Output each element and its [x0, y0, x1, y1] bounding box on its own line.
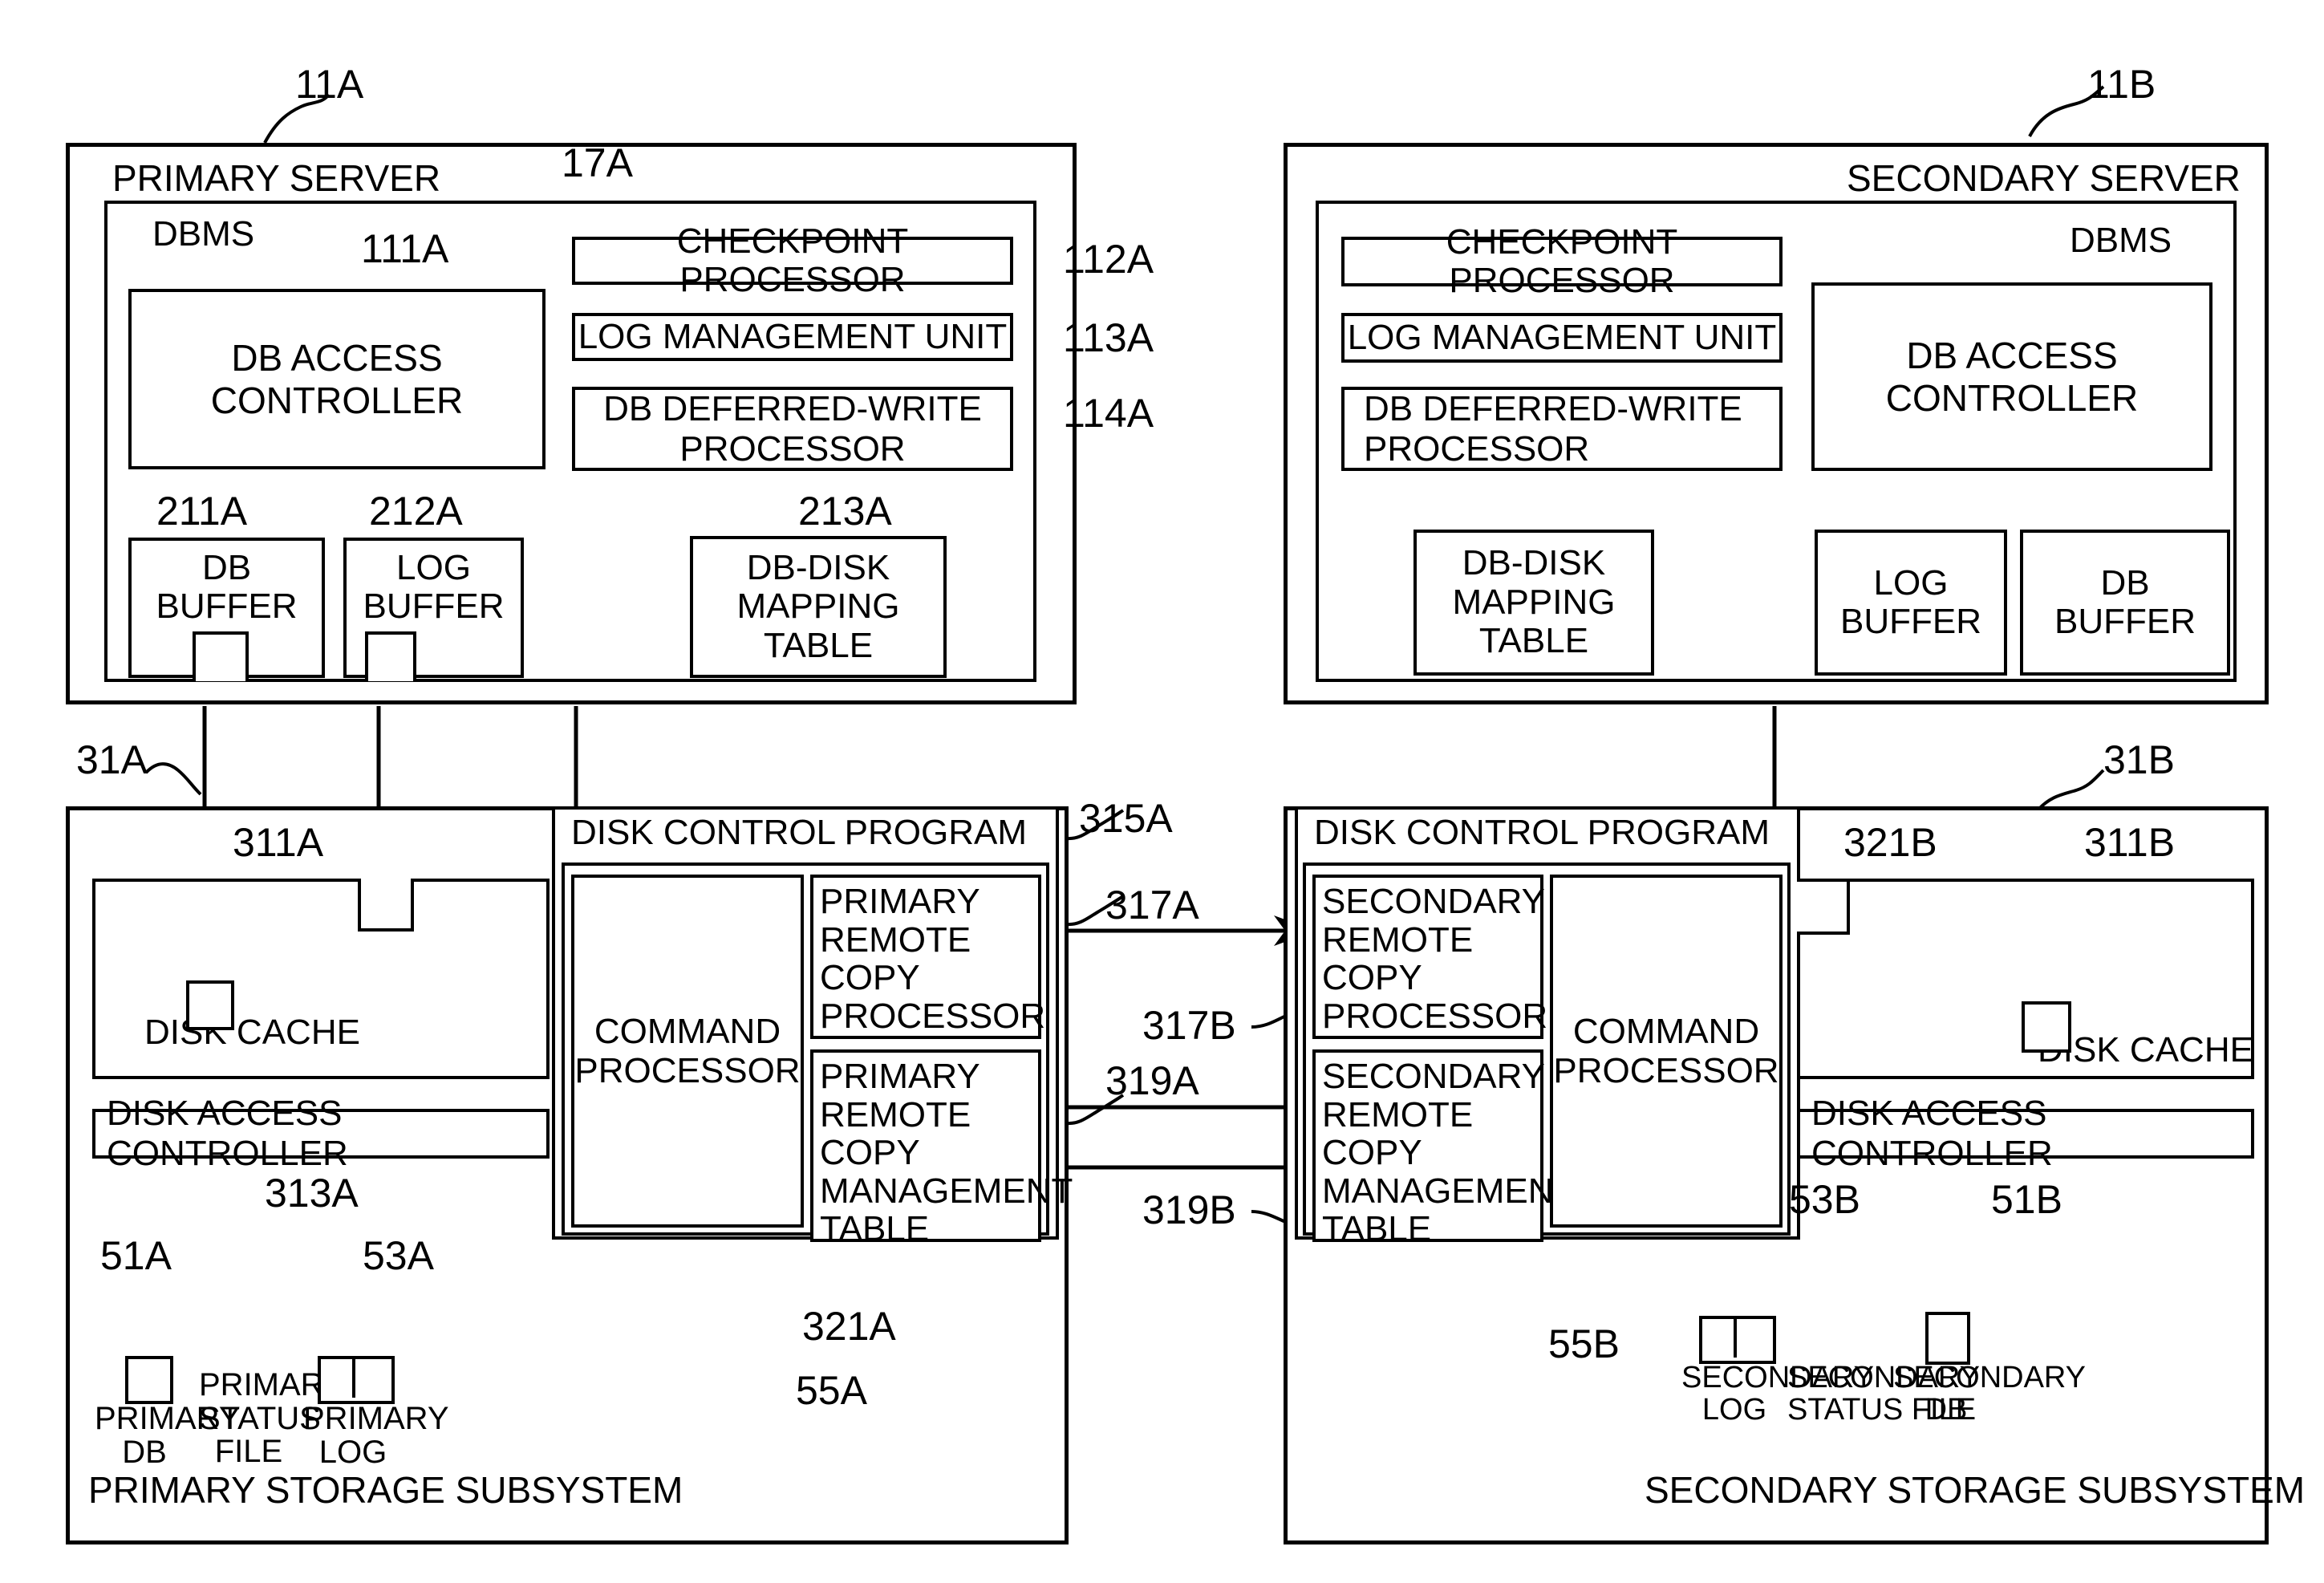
- primary-module-log-management-unit: LOG MANAGEMENT UNIT: [572, 313, 1013, 361]
- ref-213A: 213A: [798, 489, 892, 534]
- secondary-db-disk-mapping-table: DB-DISK MAPPING TABLE: [1413, 530, 1654, 676]
- ref-53B: 53B: [1789, 1177, 1860, 1222]
- ref-113A: 113A: [1063, 315, 1154, 360]
- ref-311B: 311B: [2084, 820, 2176, 865]
- primary-command-processor: COMMAND PROCESSOR: [571, 875, 804, 1228]
- ref-321B: 321B: [1843, 820, 1937, 865]
- leader-31A: [144, 762, 202, 796]
- ref-17A: 17A: [562, 140, 633, 185]
- secondary-remote-copy-management-table: SECONDARY REMOTE COPY MANAGEMENT TABLE: [1312, 1049, 1575, 1248]
- ref-53A: 53A: [363, 1233, 434, 1278]
- secondary-remote-copy-processor: SECONDARY REMOTE COPY PROCESSOR: [1312, 875, 1547, 1039]
- primary-server-title: PRIMARY SERVER: [112, 157, 441, 199]
- secondary-db-access-controller: DB ACCESS CONTROLLER: [1811, 282, 2212, 471]
- secondary-log-buffer: LOG BUFFER: [1815, 530, 2007, 676]
- ref-211A: 211A: [156, 489, 248, 534]
- secondary-log-volume-marker: [1699, 1316, 1776, 1364]
- ref-111A: 111A: [361, 226, 449, 271]
- log-buffer-block-marker: [365, 631, 416, 681]
- primary-module-db-deferred-write-processor: DB DEFERRED-WRITE PROCESSOR: [572, 387, 1013, 471]
- ref-51A: 51A: [100, 1233, 172, 1278]
- primary-log-volume-marker: [318, 1356, 395, 1404]
- ref-315A: 315A: [1079, 796, 1173, 841]
- secondary-server-title: SECONDARY SERVER: [1847, 157, 2241, 199]
- secondary-db-volume-marker: [1925, 1312, 1970, 1365]
- secondary-log-volume-label: SECONDARY LOG: [1681, 1361, 1875, 1427]
- disk-cache-db-block-marker: [186, 980, 234, 1030]
- disk-cache-log-block-marker: [358, 879, 414, 932]
- primary-dbms-label: DBMS: [152, 214, 255, 254]
- ref-319B: 319B: [1142, 1187, 1236, 1232]
- patent-figure: PRIMARY SERVER 11A 17A DBMS 111A DB ACCE…: [0, 0, 2324, 1583]
- primary-db-volume-marker: [125, 1356, 173, 1404]
- primary-storage-title: PRIMARY STORAGE SUBSYSTEM: [88, 1469, 683, 1511]
- secondary-disk-control-program-label: DISK CONTROL PROGRAM: [1314, 813, 1770, 852]
- secondary-disk-access-controller: DISK ACCESS CONTROLLER: [1797, 1094, 2254, 1173]
- primary-log-volume-label: PRIMARY LOG: [303, 1401, 449, 1470]
- secondary-module-log-management-unit: LOG MANAGEMENT UNIT: [1341, 313, 1783, 363]
- ref-212A: 212A: [369, 489, 463, 534]
- ref-11B: 11B: [2087, 62, 2156, 107]
- ref-317A: 317A: [1105, 883, 1199, 927]
- remote-copy-table-link: [1059, 1105, 1300, 1167]
- secondary-command-processor: COMMAND PROCESSOR: [1550, 875, 1783, 1228]
- primary-disk-access-controller: DISK ACCESS CONTROLLER: [92, 1094, 550, 1173]
- ref-55B: 55B: [1548, 1321, 1620, 1366]
- secondary-db-buffer: DB BUFFER: [2020, 530, 2230, 676]
- ref-313A: 313A: [265, 1171, 359, 1216]
- primary-db-volume-label: PRIMARY DB: [95, 1401, 241, 1470]
- secondary-db-volume-label: SECONDARY DB: [1893, 1361, 2087, 1427]
- secondary-status-file-volume-label: SECONDARY STATUS FILE: [1787, 1361, 1981, 1427]
- primary-log-volume-marker-divider: [352, 1356, 355, 1398]
- ref-112A: 112A: [1063, 237, 1154, 282]
- primary-remote-copy-processor: PRIMARY REMOTE COPY PROCESSOR: [810, 875, 1045, 1039]
- primary-db-access-controller: DB ACCESS CONTROLLER: [128, 289, 546, 469]
- primary-disk-cache-label: DISK CACHE: [144, 1013, 360, 1052]
- primary-status-file-volume-label: PRIMARY STATUS FILE: [199, 1367, 345, 1470]
- ref-31A: 31A: [76, 737, 148, 782]
- ref-311A: 311A: [233, 820, 324, 865]
- primary-module-checkpoint-processor: CHECKPOINT PROCESSOR: [572, 221, 1013, 299]
- ref-31B: 31B: [2103, 737, 2175, 782]
- ref-317B: 317B: [1142, 1003, 1236, 1048]
- secondary-log-volume-marker-divider: [1734, 1316, 1737, 1358]
- ref-51B: 51B: [1991, 1177, 2062, 1222]
- ref-11A: 11A: [295, 62, 364, 107]
- leader-31B: [2036, 769, 2105, 812]
- primary-db-disk-mapping-table: DB-DISK MAPPING TABLE: [690, 536, 947, 678]
- ref-321A: 321A: [802, 1304, 896, 1349]
- secondary-disk-cache-db-block-marker: [2022, 1001, 2071, 1053]
- primary-disk-control-program-label: DISK CONTROL PROGRAM: [571, 813, 1027, 852]
- secondary-storage-title: SECONDARY STORAGE SUBSYSTEM: [1645, 1469, 2306, 1511]
- secondary-module-checkpoint-processor: CHECKPOINT PROCESSOR: [1341, 222, 1783, 300]
- primary-remote-copy-management-table: PRIMARY REMOTE COPY MANAGEMENT TABLE: [810, 1049, 1073, 1248]
- ref-114A: 114A: [1063, 391, 1154, 436]
- secondary-dbms-label: DBMS: [2070, 221, 2172, 260]
- ref-55A: 55A: [796, 1368, 867, 1413]
- secondary-module-db-deferred-write-processor: DB DEFERRED-WRITE PROCESSOR: [1341, 387, 1783, 471]
- db-buffer-block-marker: [193, 631, 249, 681]
- ref-319A: 319A: [1105, 1058, 1199, 1103]
- secondary-disk-cache-log-block-marker: [1797, 879, 1850, 935]
